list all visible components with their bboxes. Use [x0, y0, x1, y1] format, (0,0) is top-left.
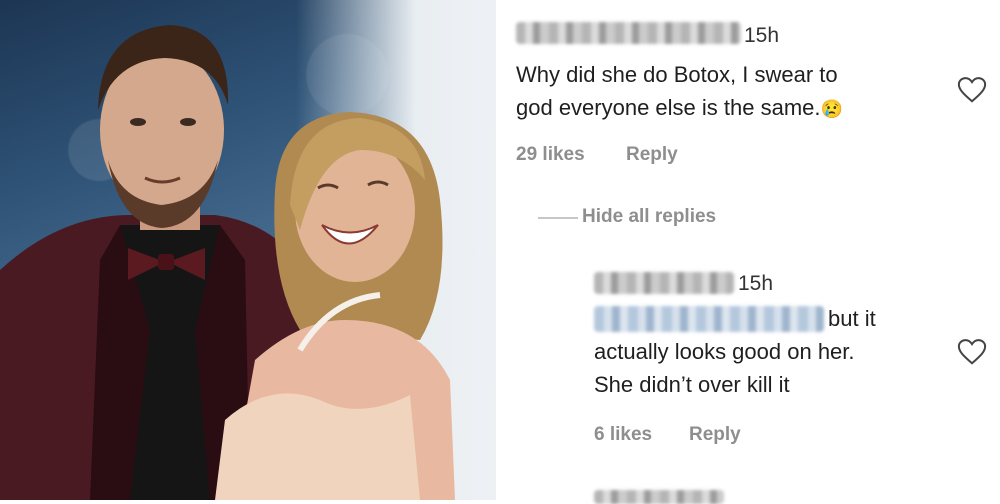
- reply-line-text: but it: [828, 306, 876, 331]
- likes-count[interactable]: 29 likes: [516, 144, 585, 166]
- reply-line: actually looks good on her.: [594, 339, 855, 364]
- comment-line: Why did she do Botox, I swear to: [516, 62, 838, 87]
- replies-divider-line: [538, 217, 578, 219]
- blurred-username: [594, 272, 734, 294]
- blurred-username: [594, 490, 724, 504]
- likes-count[interactable]: 6 likes: [594, 424, 652, 446]
- reply-button[interactable]: Reply: [626, 144, 678, 166]
- comment-text: Why did she do Botox, I swear to god eve…: [516, 58, 843, 126]
- reply-line: but it: [594, 302, 876, 335]
- like-heart-icon[interactable]: [957, 337, 987, 367]
- reply-line: She didn’t over kill it: [594, 372, 790, 397]
- hide-replies-button[interactable]: Hide all replies: [582, 206, 716, 228]
- photo-people-illustration: [0, 25, 455, 500]
- comments-panel: 15h Why did she do Botox, I swear to god…: [502, 0, 1000, 504]
- reply-button[interactable]: Reply: [689, 424, 741, 446]
- blurred-username: [516, 22, 741, 44]
- comment-line-text: god everyone else is the same.: [516, 95, 821, 120]
- reply-text: but it actually looks good on her. She d…: [594, 302, 876, 401]
- comment-line: god everyone else is the same.😢: [516, 91, 843, 126]
- reply-timestamp: 15h: [738, 272, 774, 295]
- crying-face-emoji: 😢: [820, 99, 843, 119]
- comment-timestamp: 15h: [744, 24, 780, 47]
- celebrity-photo: [0, 0, 496, 500]
- like-heart-icon[interactable]: [957, 75, 987, 105]
